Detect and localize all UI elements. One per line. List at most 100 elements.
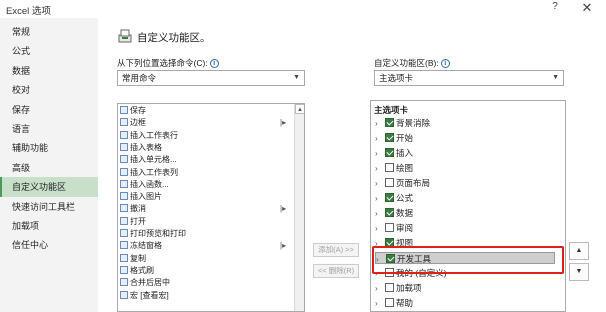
command-icon — [120, 167, 128, 176]
command-item[interactable]: 边框 |▸ — [120, 118, 290, 128]
command-label: 复制 — [130, 253, 146, 263]
tab-checkbox[interactable] — [385, 268, 394, 277]
info-icon[interactable]: i — [440, 59, 450, 69]
command-item[interactable]: 撤消 |▸ — [120, 204, 290, 214]
command-icon — [120, 265, 128, 274]
command-item[interactable]: 冻结窗格 |▸ — [120, 241, 290, 251]
ribbon-tab-item[interactable]: › 帮助 — [375, 297, 545, 309]
ribbon-tab-item[interactable]: › 公式 — [375, 192, 545, 204]
expand-chevron-icon[interactable]: › — [375, 208, 385, 220]
command-item[interactable]: 宏 [查看宏] — [120, 290, 290, 301]
tab-label: 开发工具 — [397, 254, 432, 264]
scroll-up-icon[interactable]: ▲ — [295, 104, 304, 114]
ribbon-tab-item[interactable]: › 开始 — [375, 132, 545, 144]
expand-chevron-icon[interactable]: › — [375, 268, 385, 280]
tab-checkbox[interactable] — [385, 298, 394, 307]
expand-chevron-icon[interactable]: › — [375, 193, 385, 205]
commands-scrollbar[interactable]: ▲ — [294, 104, 304, 311]
remove-button[interactable]: << 删除(R) — [313, 264, 359, 278]
expand-chevron-icon[interactable]: › — [375, 163, 385, 175]
command-item[interactable]: 格式刷 — [120, 265, 290, 276]
command-item[interactable]: 插入函数... — [120, 179, 290, 190]
submenu-arrow-icon: |▸ — [280, 241, 287, 251]
ribbon-tab-item[interactable]: › 背景消除 — [375, 117, 545, 129]
info-icon[interactable]: i — [209, 59, 219, 69]
ribbon-tree[interactable]: › 背景消除 › 开始 › 插入 › 绘图 › 页面布局 › 公式 › 数据 › 审阅 › 视图 › 开发工具 › 我的 … — [370, 100, 566, 312]
command-item[interactable]: 插入工作表列 — [120, 167, 290, 178]
command-label: 宏 [查看宏] — [130, 290, 169, 300]
expand-chevron-icon[interactable]: › — [375, 283, 385, 295]
ribbon-tab-item[interactable]: › 审阅 — [375, 222, 545, 234]
command-item[interactable]: 合并后居中 — [120, 278, 290, 288]
command-item[interactable]: 插入工作表行 — [120, 130, 290, 141]
nav-item[interactable]: 常规 — [0, 22, 98, 42]
nav-item[interactable]: 快速访问工具栏 — [0, 197, 98, 217]
tab-checkbox[interactable] — [385, 208, 394, 217]
tab-checkbox[interactable] — [385, 193, 394, 202]
ribbon-tab-item[interactable]: › 插入 — [375, 147, 545, 159]
command-item[interactable]: 插入单元格... — [120, 155, 290, 165]
expand-chevron-icon[interactable]: › — [376, 254, 386, 266]
command-item[interactable]: 插入图片 — [120, 192, 290, 202]
command-label: 插入函数... — [130, 179, 169, 189]
ribbon-tab-item[interactable]: › 页面布局 — [375, 177, 545, 189]
nav-item[interactable]: 公式 — [0, 41, 98, 61]
nav-item[interactable]: 校对 — [0, 80, 98, 100]
command-item[interactable]: 插入表格 — [120, 142, 290, 153]
submenu-arrow-icon: |▸ — [280, 204, 287, 214]
expand-chevron-icon[interactable]: › — [375, 223, 385, 235]
expand-chevron-icon[interactable]: › — [375, 238, 385, 250]
tab-checkbox[interactable] — [385, 148, 394, 157]
expand-chevron-icon[interactable]: › — [375, 133, 385, 145]
command-icon — [120, 229, 128, 237]
tab-checkbox[interactable] — [385, 178, 394, 187]
tab-checkbox[interactable] — [385, 133, 394, 142]
command-label: 冻结窗格 — [130, 241, 162, 251]
command-label: 撤消 — [130, 204, 146, 214]
command-item[interactable]: 打印预览和打印 — [120, 229, 290, 239]
nav-item[interactable]: 数据 — [0, 61, 98, 81]
expand-chevron-icon[interactable]: › — [375, 148, 385, 160]
nav-item[interactable]: 保存 — [0, 100, 98, 120]
tab-checkbox[interactable] — [385, 118, 394, 127]
ribbon-tab-item[interactable]: › 视图 — [375, 237, 545, 249]
expand-chevron-icon[interactable]: › — [375, 178, 385, 190]
add-button[interactable]: 添加(A) >> — [313, 243, 359, 257]
tab-checkbox[interactable] — [385, 223, 394, 232]
nav-item[interactable]: 语言 — [0, 119, 98, 139]
tab-checkbox[interactable] — [385, 238, 394, 247]
commands-list[interactable]: ▲ 保存边框 |▸ 插入工作表行 插入表格插入单元格... 插入工作表列 插入函数... 插… — [117, 103, 305, 312]
ribbon-tab-item[interactable]: › 数据 — [375, 207, 545, 219]
tab-label: 页面布局 — [396, 178, 431, 188]
ribbon-tab-item[interactable]: › 开发工具 — [375, 252, 555, 264]
command-label: 插入表格 — [130, 142, 162, 152]
nav-item[interactable]: 信任中心 — [0, 235, 98, 255]
ribbon-tab-item[interactable]: › 绘图 — [375, 162, 545, 174]
nav-item[interactable]: 高级 — [0, 158, 98, 178]
title-bar: Excel 选项 ? ✕ — [0, 0, 606, 18]
command-label: 插入图片 — [130, 192, 162, 202]
command-label: 打印预览和打印 — [130, 229, 186, 238]
tab-checkbox[interactable] — [385, 163, 394, 172]
nav-item[interactable]: 自定义功能区 — [0, 177, 98, 198]
choose-commands-select[interactable]: 常用命令 ▼ — [117, 70, 305, 86]
tab-checkbox[interactable] — [386, 254, 395, 263]
command-icon — [120, 106, 128, 114]
expand-chevron-icon[interactable]: › — [375, 118, 385, 130]
command-item[interactable]: 保存 — [120, 106, 290, 116]
nav-item[interactable]: 加载项 — [0, 216, 98, 236]
tab-label: 数据 — [396, 208, 414, 218]
tab-checkbox[interactable] — [385, 283, 394, 292]
nav-item[interactable]: 辅助功能 — [0, 138, 98, 158]
command-item[interactable]: 复制 — [120, 253, 290, 264]
close-button[interactable]: ✕ — [580, 0, 594, 16]
help-button[interactable]: ? — [548, 1, 562, 15]
move-up-button[interactable]: ▲ — [569, 242, 589, 260]
expand-chevron-icon[interactable]: › — [375, 298, 385, 310]
ribbon-tab-item[interactable]: › 我的 (自定义) — [375, 267, 545, 279]
ribbon-tab-item[interactable]: › 加载项 — [375, 282, 545, 294]
move-down-button[interactable]: ▼ — [569, 263, 589, 281]
customize-ribbon-select[interactable]: 主选项卡 ▼ — [374, 70, 564, 86]
command-item[interactable]: 打开 — [120, 216, 290, 227]
command-icon — [120, 278, 128, 287]
